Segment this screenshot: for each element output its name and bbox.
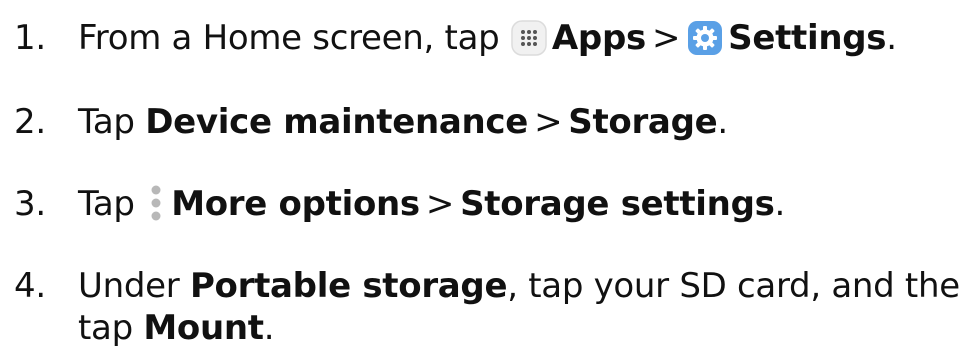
step-text: tap [78, 308, 133, 348]
step-text: Under [78, 266, 180, 306]
portable-storage-label: Portable storage [189, 266, 508, 306]
mount-label: Mount [143, 308, 264, 348]
apps-label: Apps [551, 18, 646, 58]
step-text-continued: , tap your SD card, and then [507, 266, 960, 306]
step-2: 2. Tap Device maintenance > Storage. [14, 98, 960, 146]
period: . [263, 308, 275, 348]
period: . [774, 184, 786, 224]
instruction-steps: 1. From a Home screen, tap Apps > Settin… [0, 0, 960, 349]
step-1: 1. From a Home screen, tap Apps > Settin… [14, 14, 960, 62]
step-text: From a Home screen, tap [78, 18, 500, 58]
step-4-continued: tap Mount. [14, 304, 960, 352]
step-4: 4. Under Portable storage, tap your SD ca… [14, 262, 960, 310]
separator: > [534, 102, 563, 142]
settings-gear-icon [686, 19, 724, 57]
step-text: Tap [78, 184, 135, 224]
step-text: Tap [78, 102, 135, 142]
step-number: 1. [14, 18, 46, 58]
separator: > [651, 18, 681, 58]
more-options-label: More options [171, 184, 420, 224]
storage-settings-label: Storage settings [460, 184, 775, 224]
settings-label: Settings [728, 18, 887, 58]
more-options-icon [149, 183, 163, 223]
step-3: 3. Tap More options > Storage settings. [14, 180, 960, 228]
apps-grid-icon [510, 19, 548, 57]
step-number: 3. [14, 184, 46, 224]
separator: > [425, 184, 455, 224]
period: . [886, 18, 897, 58]
step-number: 2. [14, 102, 46, 142]
device-maintenance-label: Device maintenance [145, 102, 529, 142]
storage-label: Storage [568, 102, 718, 142]
period: . [717, 102, 728, 142]
step-number: 4. [14, 266, 46, 306]
